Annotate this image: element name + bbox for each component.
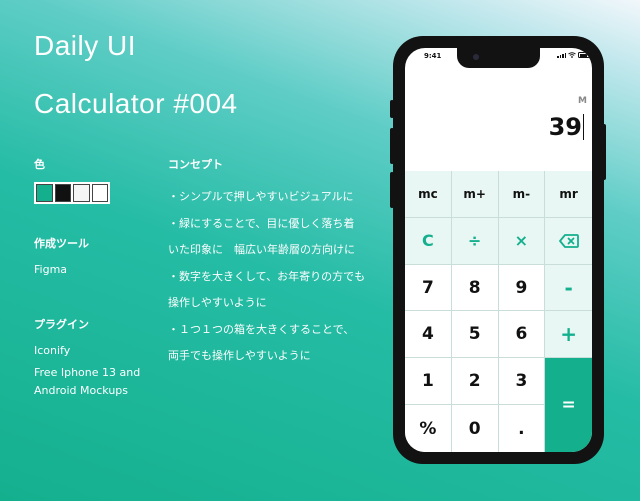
mc-button[interactable]: mc [405, 171, 452, 218]
concept-line: ・緑にすることで、目に優しく落ち着 [168, 216, 355, 230]
title-daily-ui: Daily UI [34, 30, 137, 61]
concept-label: コンセプト [168, 158, 223, 171]
swatch-white [91, 184, 108, 202]
swatch-light-gray [73, 184, 90, 202]
wifi-icon [568, 52, 576, 58]
calculator-display: 39 [548, 113, 584, 141]
concept-text: ・シンプルで押しやすいビジュアルに ・緑にすることで、目に優しく落ち着 いた印象… [168, 184, 365, 370]
clear-button[interactable]: C [405, 217, 452, 265]
two-button[interactable]: 2 [451, 358, 499, 406]
plugin-item: Iconify [34, 344, 71, 357]
m-minus-button[interactable]: m- [498, 171, 546, 218]
calculator-keypad: mc m+ m- mr C ÷ × 7 8 9 - 4 5 6 + 1 2 3 [405, 171, 592, 452]
calculator-screen: 9:41 M 39 mc m+ m- mr C ÷ × 7 8 9 - 4 5 … [405, 48, 592, 452]
title-calculator: Calculator #004 [34, 88, 238, 119]
m-plus-button[interactable]: m+ [451, 171, 499, 218]
swatch-black [54, 184, 71, 202]
decimal-button[interactable]: . [498, 405, 546, 452]
concept-line: 操作しやすいように [168, 296, 267, 309]
eight-button[interactable]: 8 [451, 264, 499, 312]
concept-line: ・シンプルで押しやすいビジュアルに [168, 190, 354, 203]
backspace-icon [558, 233, 579, 248]
plugin-item: Android Mockups [34, 384, 129, 397]
concept-line: 両手でも操作しやすいように [168, 349, 311, 362]
minus-button[interactable]: - [545, 264, 592, 312]
equals-button[interactable]: = [545, 358, 592, 452]
five-button[interactable]: 5 [451, 311, 499, 359]
status-time: 9:41 [424, 52, 442, 60]
swatch-green [36, 184, 53, 202]
concept-line: いた印象に 幅広い年齢層の方向けに [168, 243, 355, 256]
multiply-button[interactable]: × [498, 217, 546, 265]
memory-indicator: M [578, 96, 587, 106]
one-button[interactable]: 1 [405, 358, 452, 406]
concept-line: ・数字を大きくして、お年寄りの方でも [168, 269, 366, 283]
three-button[interactable]: 3 [498, 358, 546, 406]
tool-label: 作成ツール [34, 237, 89, 250]
divide-button[interactable]: ÷ [451, 217, 499, 265]
plus-button[interactable]: + [545, 311, 592, 359]
zero-button[interactable]: 0 [451, 405, 499, 452]
tool-value: Figma [34, 263, 68, 276]
four-button[interactable]: 4 [405, 311, 452, 359]
seven-button[interactable]: 7 [405, 264, 452, 312]
phone-frame: 9:41 M 39 mc m+ m- mr C ÷ × 7 8 9 - 4 5 … [393, 36, 604, 464]
signal-icon [557, 53, 566, 58]
status-icons [557, 52, 590, 58]
plugin-label: プラグイン [34, 318, 89, 331]
percent-button[interactable]: % [405, 405, 452, 452]
backspace-button[interactable] [545, 217, 592, 265]
phone-notch [457, 48, 540, 68]
six-button[interactable]: 6 [498, 311, 546, 359]
color-label: 色 [34, 158, 45, 171]
plugin-item: Free Iphone 13 and [34, 366, 141, 379]
camera-icon [473, 54, 479, 60]
mr-button[interactable]: mr [545, 171, 592, 218]
nine-button[interactable]: 9 [498, 264, 546, 312]
color-swatches [34, 182, 110, 204]
battery-icon [578, 52, 590, 58]
concept-line: ・１つ１つの箱を大きくすることで、 [168, 322, 355, 336]
